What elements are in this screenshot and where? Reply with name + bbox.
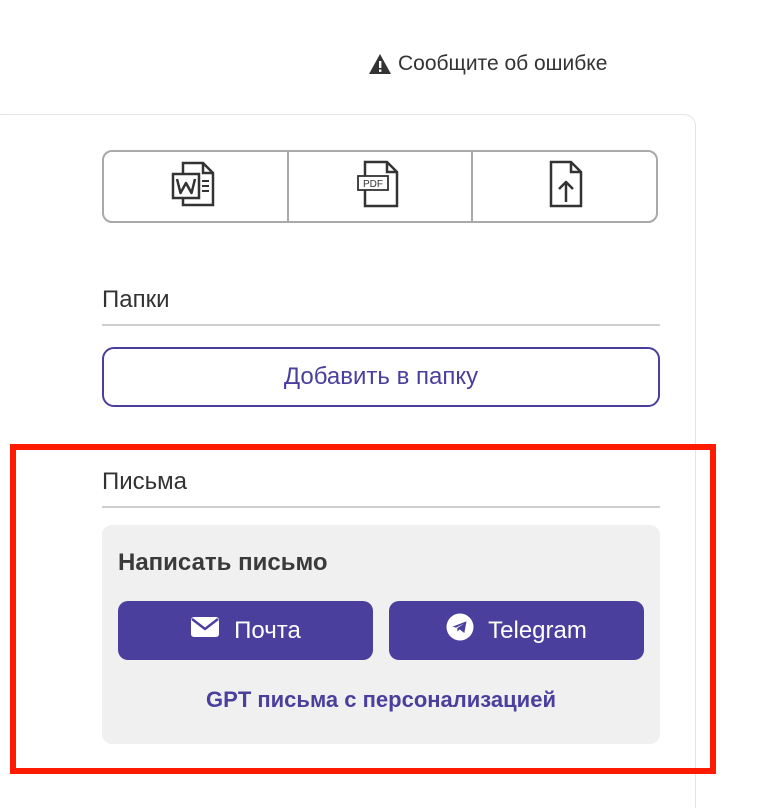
telegram-icon: [446, 613, 474, 648]
write-letter-title: Написать письмо: [118, 549, 328, 576]
share-upload-icon: [543, 158, 587, 215]
warning-triangle-icon: [368, 53, 392, 75]
report-error-label: Сообщите об ошибке: [398, 52, 608, 75]
export-pdf-button[interactable]: PDF: [289, 152, 474, 221]
export-button-group: PDF: [102, 150, 658, 223]
write-letter-panel: Написать письмо Почта Telegram GPT письм…: [102, 525, 660, 744]
envelope-icon: [190, 616, 220, 645]
export-share-button[interactable]: [473, 152, 656, 221]
folders-section-title: Папки: [102, 286, 660, 326]
mail-button-label: Почта: [234, 616, 301, 644]
letters-section-title: Письма: [102, 468, 660, 508]
telegram-button[interactable]: Telegram: [389, 601, 644, 660]
report-error-link[interactable]: Сообщите об ошибке: [368, 52, 607, 76]
pdf-icon-text: PDF: [363, 179, 383, 190]
export-word-button[interactable]: [104, 152, 289, 221]
pdf-document-icon: PDF: [355, 158, 405, 215]
telegram-button-label: Telegram: [488, 616, 587, 644]
gpt-letters-link[interactable]: GPT письма с персонализацией: [102, 687, 660, 713]
add-to-folder-button[interactable]: Добавить в папку: [102, 347, 660, 407]
word-document-icon: [169, 159, 221, 214]
mail-button[interactable]: Почта: [118, 601, 373, 660]
